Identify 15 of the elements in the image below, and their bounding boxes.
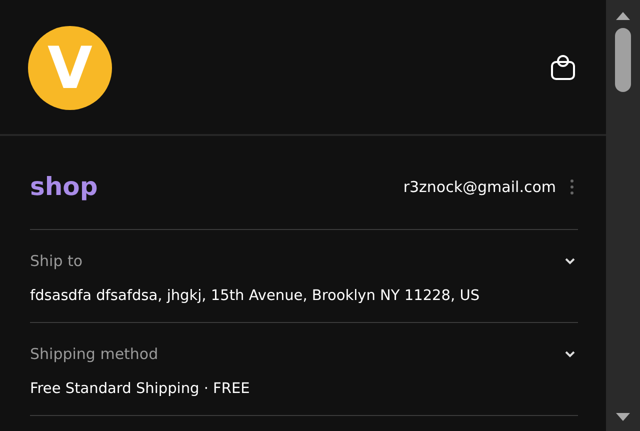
shopping-bag-icon[interactable] — [550, 53, 576, 81]
section-value: fdsasdfa dfsafdsa, jhgkj, 15th Avenue, Brooklyn NY 11228, US — [30, 288, 481, 304]
scroll-down-icon[interactable] — [616, 413, 630, 421]
scrollbar[interactable] — [606, 0, 640, 431]
scrollbar-thumb[interactable] — [615, 28, 631, 92]
section-label: Ship to — [30, 252, 83, 270]
scroll-up-icon[interactable] — [616, 12, 630, 20]
section-value: Free Standard Shipping · FREE — [30, 381, 251, 397]
chevron-icon[interactable] — [564, 257, 576, 265]
chevron-icon[interactable] — [564, 350, 576, 358]
account-email: r3znock@gmail.com — [403, 178, 556, 196]
section-label: Shipping method — [30, 345, 158, 363]
logo: V — [28, 26, 112, 110]
more-icon[interactable] — [570, 178, 574, 194]
shop-brand: shop — [30, 172, 99, 201]
